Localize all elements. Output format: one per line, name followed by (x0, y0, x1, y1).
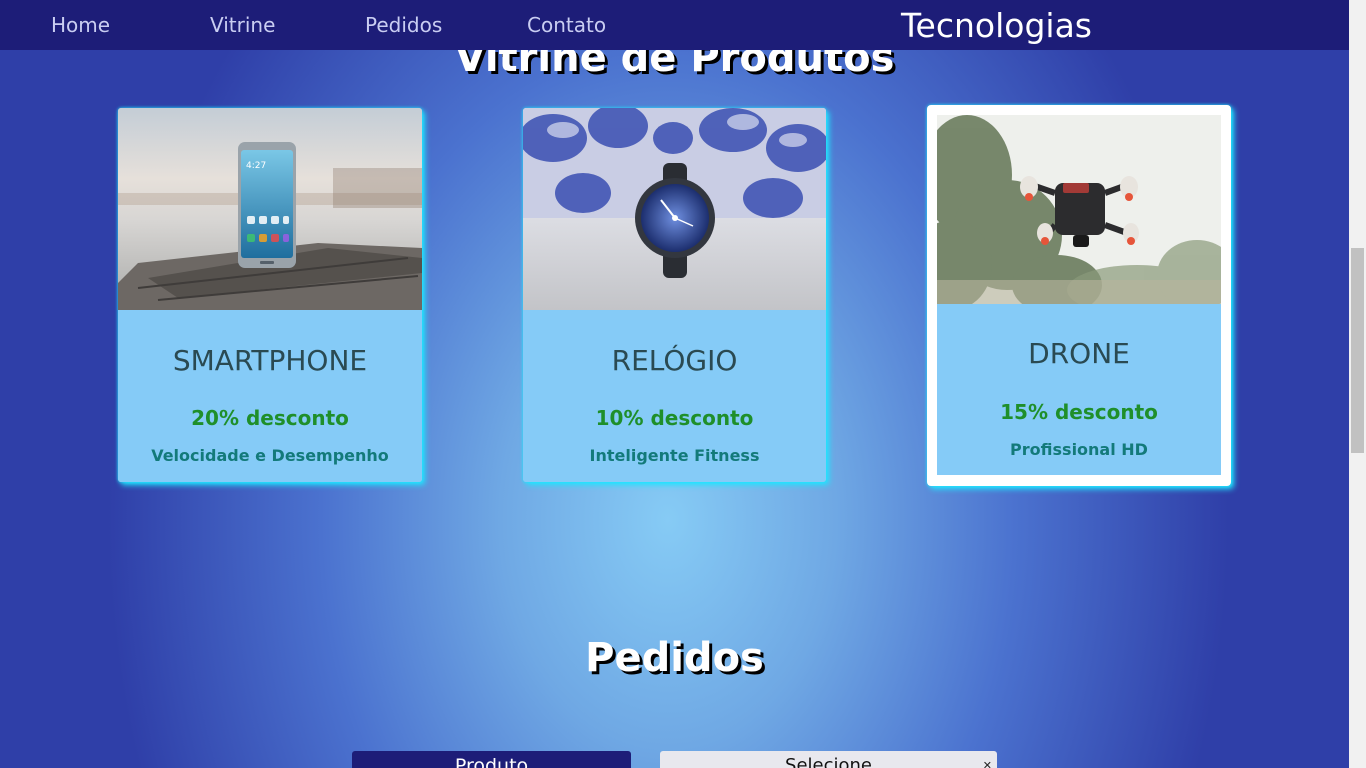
vertical-scrollbar[interactable] (1349, 0, 1366, 768)
nav-link-vitrine[interactable]: Vitrine (210, 12, 275, 38)
product-name: RELÓGIO (611, 344, 738, 377)
nav-link-contato[interactable]: Contato (527, 12, 606, 38)
smartwatch-photo (523, 108, 826, 310)
scrollbar-thumb[interactable] (1351, 248, 1364, 453)
product-discount: 10% desconto (595, 406, 754, 430)
product-card-drone[interactable]: DRONE 15% desconto Profissional HD (927, 105, 1231, 486)
drone-photo (937, 115, 1221, 304)
smartphone-photo: 4:27 (118, 108, 422, 310)
product-description: Velocidade e Desempenho (151, 446, 389, 465)
product-name: SMARTPHONE (172, 344, 368, 377)
select-value: Selecione (785, 755, 872, 768)
card-info: DRONE 15% desconto Profissional HD (937, 304, 1221, 475)
nav-link-pedidos[interactable]: Pedidos (365, 12, 442, 38)
product-card-relogio[interactable]: RELÓGIO 10% desconto Inteligente Fitness (523, 108, 826, 482)
product-card-smartphone[interactable]: 4:27 SMARTPHONE 20% desconto Velocidade … (118, 108, 422, 482)
chevron-down-icon: ✕ (982, 759, 992, 768)
top-navbar: Home Vitrine Pedidos Contato Tecnologias (0, 0, 1349, 50)
product-name: DRONE (1028, 337, 1130, 370)
product-discount: 15% desconto (1000, 400, 1158, 424)
nav-link-home[interactable]: Home (51, 12, 110, 38)
produto-label: Produto (352, 751, 631, 768)
card-info: RELÓGIO 10% desconto Inteligente Fitness (523, 310, 826, 482)
product-description: Profissional HD (1010, 440, 1148, 459)
svg-text:4:27: 4:27 (246, 161, 266, 171)
product-description: Inteligente Fitness (589, 446, 760, 465)
card-info: SMARTPHONE 20% desconto Velocidade e Des… (118, 310, 422, 482)
produto-select[interactable]: Selecione ✕ (660, 751, 997, 768)
product-discount: 20% desconto (191, 406, 349, 430)
pedidos-section-title: Pedidos (585, 635, 764, 681)
brand-title: Tecnologias (901, 6, 1092, 45)
